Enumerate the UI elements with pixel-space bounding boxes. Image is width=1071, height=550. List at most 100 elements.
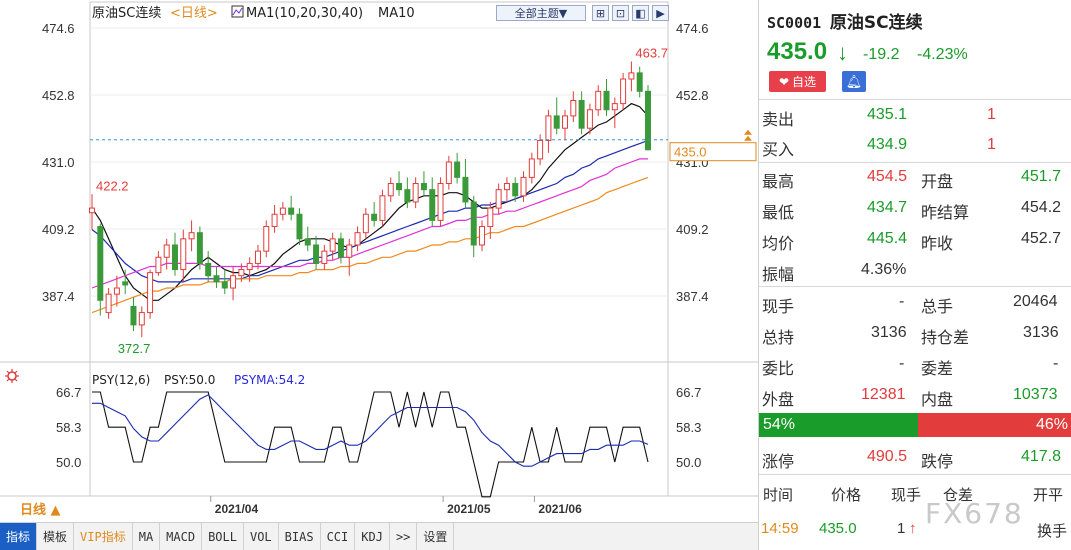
amplitude-label: 振幅: [762, 267, 795, 284]
oi-change-value: 3136: [1023, 324, 1059, 341]
indicator-tabs: 指标 模板 VIP指标 MA MACD BOLL VOL BIAS CCI KDJ >> 设置: [0, 522, 758, 550]
candle: [296, 208, 303, 245]
candle-body: [396, 183, 403, 191]
candle-body: [603, 90, 610, 111]
tab-11[interactable]: 设置: [417, 523, 455, 550]
price-marker-arrows: [744, 129, 752, 141]
theme-select[interactable]: 全部主题▼: [496, 5, 586, 21]
buy-price: 434.9: [867, 136, 908, 153]
crosshair-icon[interactable]: ⊞: [592, 5, 609, 21]
candle: [429, 177, 436, 227]
tab-3[interactable]: MA: [133, 523, 161, 550]
price-axis-left: 474.6 452.8 431.0 409.2 387.4: [42, 21, 75, 304]
indicator-settings-icon[interactable]: [5, 369, 19, 383]
presettle-value: 454.2: [1021, 199, 1062, 216]
tab-4[interactable]: MACD: [160, 523, 203, 550]
candle: [155, 251, 162, 276]
current-volume-label: 现手: [762, 299, 795, 316]
psyma-line: [92, 394, 649, 467]
candle-body: [479, 226, 486, 246]
tab-8[interactable]: CCI: [321, 523, 356, 550]
divider: [759, 162, 1071, 163]
candle-body: [404, 189, 411, 203]
period-button[interactable]: 日线 ▲: [20, 502, 61, 518]
candle: [396, 171, 403, 196]
candle-body: [586, 109, 593, 129]
price-tick-label: 474.6: [42, 21, 75, 36]
candle-body: [520, 176, 527, 197]
preclose-value: 452.7: [1021, 230, 1062, 247]
open-interest-label: 总持: [762, 330, 795, 347]
add-favorite-button[interactable]: ❤ 自选: [769, 71, 826, 92]
down-arrow-icon: ↓: [837, 40, 848, 65]
outer-inner-row: 外盘 12381 内盘 10373: [759, 384, 1071, 409]
tab-5[interactable]: BOLL: [202, 523, 244, 550]
chart-area[interactable]: 474.6 452.8 431.0 409.2 387.4 474.6 452.8 431.…: [0, 0, 758, 550]
candle: [188, 220, 195, 252]
open-interest-row: 总持 3136 持仓差 3136: [759, 322, 1071, 347]
candle-body: [545, 115, 552, 141]
tab-6[interactable]: VOL: [244, 523, 279, 550]
candle: [479, 220, 486, 252]
inner-label: 内盘: [921, 392, 954, 409]
ask-row: 卖出 435.1 1: [759, 104, 1071, 129]
prev-page-icon[interactable]: ◧: [632, 5, 649, 21]
candle: [611, 97, 618, 129]
candle: [180, 229, 187, 282]
candle-body: [304, 238, 311, 246]
sell-label: 卖出: [762, 112, 795, 129]
open-value: 451.7: [1021, 168, 1062, 185]
buy-ratio-fill: 54%: [759, 413, 918, 437]
tick-header-volume: 现手: [891, 487, 922, 504]
tab-0[interactable]: 指标: [0, 523, 38, 550]
candle: [528, 152, 535, 184]
tab-1[interactable]: 模板: [37, 523, 75, 550]
candle-body: [89, 207, 95, 214]
tab-2[interactable]: VIP指标: [74, 523, 133, 550]
outer-label: 外盘: [762, 392, 795, 409]
order-ratio-value: -: [899, 355, 905, 372]
next-page-icon[interactable]: ▶: [652, 5, 669, 21]
limit-row: 涨停 490.5 跌停 417.8: [759, 446, 1071, 471]
candle-body: [595, 90, 602, 111]
symbol-code: SC0001: [767, 14, 822, 32]
psy-line: [92, 391, 649, 498]
candle-body: [254, 250, 261, 264]
candle-body: [337, 238, 344, 258]
candle: [138, 306, 145, 338]
candle-body: [570, 100, 577, 117]
psy-tick-label: 58.3: [56, 420, 81, 435]
candle-body: [346, 244, 353, 258]
candle: [420, 171, 427, 196]
tab-9[interactable]: KDJ: [355, 523, 390, 550]
tab-10[interactable]: >>: [390, 523, 418, 550]
psy-tick-label: 50.0: [676, 455, 701, 470]
tab-7[interactable]: BIAS: [279, 523, 321, 550]
tick-volume: 1: [897, 520, 906, 537]
candle: [495, 183, 502, 215]
candle-body: [371, 213, 378, 221]
low-value: 434.7: [867, 199, 908, 216]
chart-canvas[interactable]: 474.6 452.8 431.0 409.2 387.4 474.6 452.8 431.…: [0, 0, 758, 522]
candle: [379, 189, 386, 227]
current-price-label: 435.0: [674, 145, 707, 160]
date-tick-label: 2021/05: [447, 502, 491, 516]
candle: [636, 66, 643, 98]
oi-change-label: 持仓差: [921, 330, 970, 347]
candle: [279, 201, 286, 221]
price-tick-label: 474.6: [676, 21, 709, 36]
candle-body: [163, 244, 170, 258]
alert-bell-icon[interactable]: 🔔︎: [842, 71, 866, 92]
candle-body: [205, 262, 212, 277]
avg-label: 均价: [762, 236, 795, 253]
candle: [213, 266, 220, 289]
psy-title: PSY(12,6): [92, 373, 150, 387]
candle-body: [188, 232, 195, 240]
presettle-label: 昨结算: [921, 205, 970, 222]
candle-body: [221, 281, 228, 289]
zoom-in-icon[interactable]: ⊡: [612, 5, 629, 21]
candle-body: [113, 287, 120, 295]
price-tick-label: 431.0: [42, 155, 75, 170]
candle: [620, 72, 627, 110]
candle-body: [454, 161, 461, 178]
